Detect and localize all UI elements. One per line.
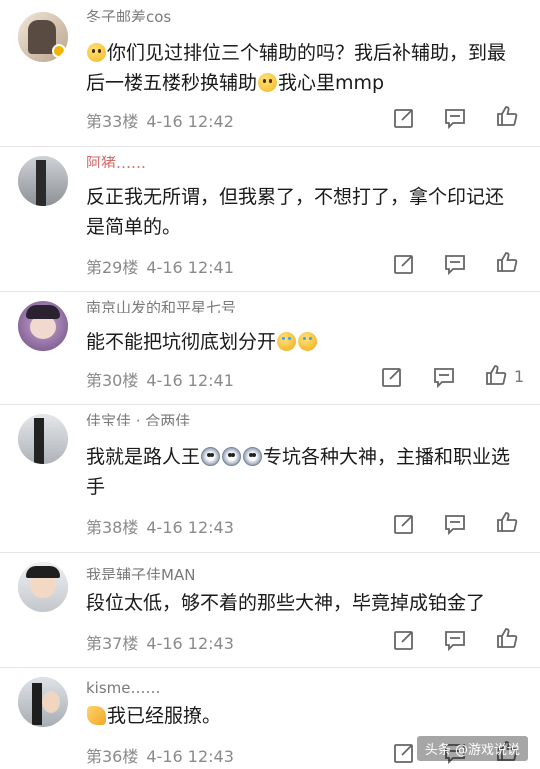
- timestamp: 4-16 12:41: [146, 258, 234, 277]
- comment-meta: 第36楼 4-16 12:43: [86, 743, 234, 767]
- username[interactable]: 南京山发的和平星七号: [86, 297, 236, 313]
- comment-text: 反正我无所谓，但我累了，不想打了，拿个印记还是简单的。: [86, 186, 505, 238]
- username[interactable]: 佳宝佳 · 合两佳: [86, 410, 190, 426]
- comment-icon[interactable]: [443, 628, 467, 652]
- smile-emoji-icon: [258, 73, 278, 92]
- avatar[interactable]: [18, 301, 68, 351]
- like-count: 1: [514, 367, 525, 386]
- username[interactable]: 冬子邮差cos: [86, 6, 171, 22]
- comment-icon[interactable]: [443, 106, 467, 130]
- timestamp: 4-16 12:41: [146, 371, 234, 390]
- thumbs-up-icon[interactable]: [495, 510, 519, 534]
- comment-meta: 第37楼 4-16 12:43: [86, 630, 234, 654]
- comment-text: 我已经服撩。: [86, 701, 516, 731]
- floor-number: 第36楼: [86, 747, 139, 766]
- comment-text: 段位太低，够不着的那些大神，毕竟掉成铂金了: [86, 592, 486, 614]
- timestamp: 4-16 12:43: [146, 747, 234, 766]
- comment-meta: 第29楼 4-16 12:41: [86, 254, 234, 278]
- smile-emoji-icon: [87, 43, 106, 62]
- divider: [0, 552, 540, 553]
- edit-icon[interactable]: [392, 106, 416, 130]
- watermark: 头条 @游戏说说: [416, 736, 528, 761]
- comment-text-content: 我就是路人王: [86, 446, 201, 468]
- edit-icon[interactable]: [392, 628, 416, 652]
- timestamp: 4-16 12:43: [146, 518, 234, 537]
- shocked-emoji-icon: [243, 447, 263, 466]
- floor-number: 第33楼: [86, 112, 139, 131]
- comment-text: 你们见过排位三个辅助的吗？我后补辅助，到最后一楼五楼秒换辅助 我心里mmp: [86, 38, 516, 98]
- avatar[interactable]: [18, 12, 68, 62]
- avatar[interactable]: [18, 156, 68, 206]
- avatar[interactable]: [18, 562, 68, 612]
- comment-text: 我就是路人王 专坑各种大神，主播和职业选手: [86, 442, 516, 502]
- divider: [0, 291, 540, 292]
- username[interactable]: 我是辅子佳MAN: [86, 564, 195, 580]
- comment-text-content: 我心里mmp: [278, 72, 385, 94]
- laugh-emoji-icon: [277, 332, 297, 351]
- edit-icon[interactable]: [392, 741, 416, 765]
- thumbs-up-icon[interactable]: [495, 104, 519, 128]
- floor-number: 第29楼: [86, 258, 139, 277]
- comment-text: 能不能把坑彻底划分开: [86, 327, 516, 357]
- comment-icon[interactable]: [443, 252, 467, 276]
- divider: [0, 667, 540, 668]
- edit-icon[interactable]: [392, 512, 416, 536]
- username[interactable]: 阿猪……: [86, 152, 146, 168]
- timestamp: 4-16 12:43: [146, 634, 234, 653]
- avatar[interactable]: [18, 677, 68, 727]
- comment-icon[interactable]: [443, 512, 467, 536]
- comment-icon[interactable]: [432, 365, 456, 389]
- floor-number: 第38楼: [86, 518, 139, 537]
- floor-number: 第30楼: [86, 371, 139, 390]
- floor-number: 第37楼: [86, 634, 139, 653]
- divider: [0, 404, 540, 405]
- comment-text-content: 我已经服撩。: [107, 705, 222, 727]
- comment-meta: 第33楼 4-16 12:42: [86, 108, 234, 132]
- laugh-emoji-icon: [298, 332, 318, 351]
- thumbs-up-icon[interactable]: [495, 626, 519, 650]
- thumbs-emoji-icon: [87, 706, 106, 725]
- timestamp: 4-16 12:42: [146, 112, 234, 131]
- thumbs-up-icon[interactable]: [495, 250, 519, 274]
- edit-icon[interactable]: [392, 252, 416, 276]
- shocked-emoji-icon: [201, 447, 221, 466]
- divider: [0, 146, 540, 147]
- comment-text-content: 能不能把坑彻底划分开: [86, 331, 277, 353]
- shocked-emoji-icon: [222, 447, 242, 466]
- username[interactable]: kisme……: [86, 677, 161, 693]
- avatar[interactable]: [18, 414, 68, 464]
- comment-meta: 第38楼 4-16 12:43: [86, 514, 234, 538]
- comment-meta: 第30楼 4-16 12:41: [86, 367, 234, 391]
- edit-icon[interactable]: [380, 365, 404, 389]
- thumbs-up-icon[interactable]: [484, 363, 508, 387]
